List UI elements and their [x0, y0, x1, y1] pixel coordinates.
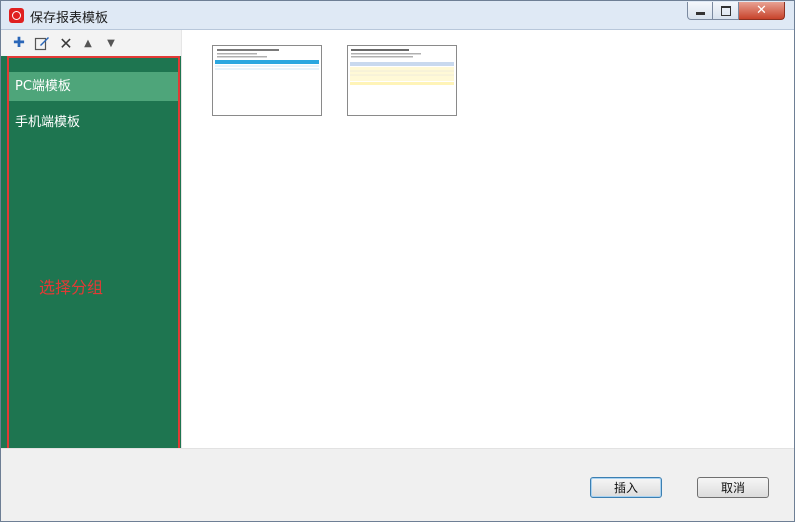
save-report-template-dialog: 保存报表模板 ✕ ✚ ✕ ▲ ▼ PC端模板 手机端模板 选择分组 插入 取消 — [0, 0, 795, 522]
title-bar: 保存报表模板 ✕ — [1, 1, 794, 30]
edit-icon-svg — [34, 37, 49, 51]
template-gallery — [181, 30, 793, 448]
insert-button[interactable]: 插入 — [590, 477, 662, 498]
minimize-button[interactable] — [687, 2, 713, 20]
close-icon: ✕ — [756, 3, 767, 18]
template-thumbnail[interactable] — [212, 45, 322, 116]
thumbnail-preview — [350, 49, 454, 85]
minimize-icon — [696, 12, 705, 15]
template-thumbnail[interactable] — [347, 45, 457, 116]
close-button[interactable]: ✕ — [739, 2, 785, 20]
highlight-frame — [7, 56, 180, 451]
edit-icon[interactable] — [33, 34, 51, 52]
app-logo-icon — [9, 8, 24, 23]
add-icon[interactable]: ✚ — [10, 34, 28, 52]
window-title: 保存报表模板 — [30, 11, 109, 26]
maximize-button[interactable] — [713, 2, 739, 20]
maximize-icon — [721, 6, 731, 16]
delete-icon[interactable]: ✕ — [57, 34, 75, 53]
cancel-button[interactable]: 取消 — [697, 477, 769, 498]
group-toolbar: ✚ ✕ ▲ ▼ — [1, 30, 181, 56]
move-down-icon[interactable]: ▼ — [102, 34, 120, 52]
dialog-footer — [1, 448, 794, 521]
move-up-icon[interactable]: ▲ — [79, 34, 97, 52]
thumbnail-preview — [215, 49, 319, 70]
